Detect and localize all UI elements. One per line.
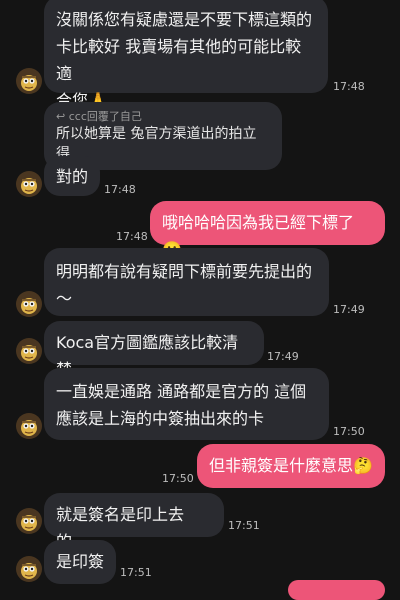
message-time: 17:51 — [120, 566, 152, 579]
seller-avatar-icon[interactable] — [16, 68, 42, 94]
message-bubble-incoming[interactable]: 就是簽名是印上去的… — [44, 493, 224, 551]
seller-avatar-icon[interactable] — [16, 291, 42, 317]
message-bubble-incoming[interactable]: 對的 — [44, 156, 100, 196]
seller-avatar-icon[interactable] — [16, 556, 42, 582]
message-bubble-outgoing[interactable]: 但非親簽是什麼意思🤔 — [197, 444, 385, 488]
message-time: 17:48 — [104, 183, 136, 196]
message-bubble-incoming[interactable]: 沒關係您有疑慮還是不要下標這類的 卡比較好 我賣場有其他的可能比較適 合您🙏 — [44, 0, 328, 110]
message-bubble-incoming[interactable]: 一直娛是通路 通路都是官方的 這個 應該是上海的中簽抽出來的卡 — [44, 368, 329, 440]
seller-avatar-icon[interactable] — [16, 508, 42, 534]
reply-header: ↩ ccc回覆了自己 — [56, 110, 270, 124]
message-time: 17:48 — [333, 80, 365, 93]
message-time: 17:49 — [333, 303, 365, 316]
reply-header-text: ccc回覆了自己 — [68, 110, 142, 123]
message-time: 17:49 — [267, 350, 299, 363]
message-time: 17:51 — [228, 519, 260, 532]
message-time: 17:48 — [116, 230, 148, 243]
seller-avatar-icon[interactable] — [16, 171, 42, 197]
message-bubble-incoming[interactable]: Koca官方圖鑑應該比較清楚 — [44, 321, 264, 379]
message-time: 17:50 — [162, 472, 194, 485]
message-bubble-incoming[interactable]: 是印簽 — [44, 540, 116, 584]
message-time: 17:50 — [333, 425, 365, 438]
seller-avatar-icon[interactable] — [16, 413, 42, 439]
message-bubble-outgoing-partial[interactable] — [288, 580, 385, 600]
message-bubble-incoming[interactable]: 明明都有說有疑問下標前要先提出的 ～ — [44, 248, 329, 316]
reply-arrow-icon: ↩ — [56, 110, 69, 123]
seller-avatar-icon[interactable] — [16, 338, 42, 364]
message-bubble-outgoing[interactable]: 哦哈哈哈因為我已經下標了🥲 — [150, 201, 385, 259]
